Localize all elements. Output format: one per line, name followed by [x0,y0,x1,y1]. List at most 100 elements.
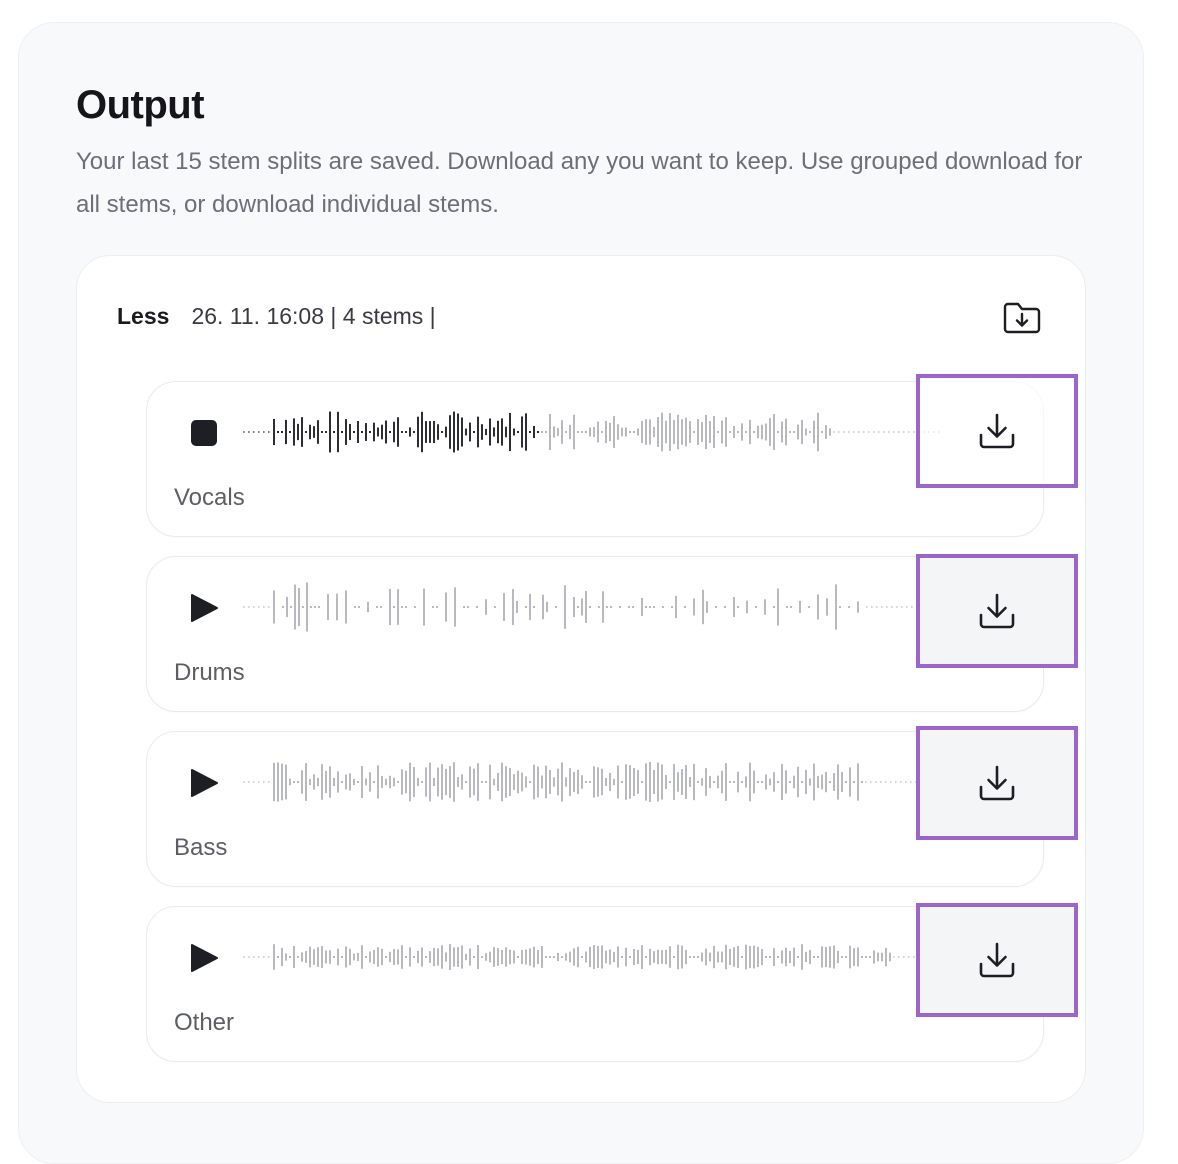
waveform[interactable] [241,402,1001,462]
waveform[interactable] [241,927,1001,987]
waveform-bar [729,949,731,965]
waveform-bar [516,600,518,614]
waveform-bar [697,956,699,958]
waveform-bar [893,431,895,433]
waveform-bar [589,781,591,783]
waveform-bar [757,946,759,968]
waveform-bar [793,947,795,967]
waveform-bar [848,431,850,433]
waveform-bar [569,951,571,963]
waveform-bar [301,417,303,447]
waveform-bar [561,420,563,444]
stem-label: Vocals [174,484,245,511]
waveform-bar [625,764,627,800]
waveform-bar [577,431,579,433]
waveform-bar [545,956,547,958]
waveform-bar [853,781,855,783]
waveform-bar [898,956,900,958]
waveform-bar [877,952,879,962]
waveform-bar [613,778,615,786]
waveform-bar [461,945,463,969]
waveform-bar [525,776,527,788]
waveform-bar [817,776,819,788]
waveform-bar [878,431,880,433]
waveform-bar [637,428,639,436]
waveform-bar [333,431,335,433]
waveform-bar [337,411,339,453]
waveform-bar [517,956,519,958]
waveform-bar [729,431,731,433]
waveform-bar [781,763,783,801]
waveform-bar [838,431,840,433]
waveform-bar [585,781,587,783]
waveform-bar [589,427,591,437]
waveform-bar [753,945,755,969]
waveform-bar [737,431,739,433]
waveform-bar [665,420,667,444]
waveform-bar [681,419,683,445]
play-button[interactable] [187,591,221,625]
waveform-bar [701,421,703,443]
waveform-bar [629,431,631,433]
waveform-bar [345,419,347,445]
waveform-bar [593,945,595,969]
waveform-bar [393,606,395,608]
waveform-bar [529,948,531,966]
waveform-bar [314,606,316,608]
waveform-bar [429,421,431,443]
waveform-bar [263,956,265,958]
waveform-bar [258,956,260,958]
waveform-bar [549,956,551,958]
waveform-bar [373,781,375,783]
waveform-bar [769,956,771,958]
download-all-button[interactable] [1000,298,1044,338]
waveform[interactable] [241,752,1001,812]
waveform-bar [601,945,603,969]
waveform-bar [401,945,403,969]
waveform-bar [619,606,621,608]
waveform-bar [429,951,431,963]
download-button-other[interactable] [916,903,1078,1017]
waveform-bar [598,606,600,608]
waveform-bar [369,772,371,792]
waveform-bar [445,592,447,622]
waveform-bar [453,947,455,967]
waveform-bar [605,778,607,786]
waveform-bar [845,956,847,958]
stop-button[interactable] [187,416,221,450]
waveform-bar [533,764,535,800]
waveform-bar [409,762,411,802]
waveform-bar [401,431,403,433]
waveform-bar [318,606,320,608]
download-button-bass[interactable] [916,726,1078,840]
waveform-bar [709,421,711,443]
waveform-bar [358,606,360,608]
waveform-bar [817,956,819,958]
play-button[interactable] [187,941,221,975]
waveform-bar [561,956,563,958]
waveform-bar [701,952,703,962]
waveform-bar [497,772,499,792]
waveform-bar [425,421,427,443]
waveform[interactable] [241,577,1001,637]
download-button-drums[interactable] [916,554,1078,668]
waveform-bar [829,946,831,968]
waveform-bar [653,426,655,438]
waveform-bar [799,600,801,614]
waveform-bar [585,591,587,623]
waveform-bar [258,606,260,608]
waveform-bar [485,428,487,436]
waveform-bar [369,431,371,433]
download-button-vocals[interactable] [916,374,1078,488]
waveform-bar [701,778,703,786]
waveform-bar [277,431,279,433]
waveform-bar [883,431,885,433]
waveform-bar [903,956,905,958]
waveform-bar [365,956,367,958]
waveform-bar [268,606,270,608]
waveform-bar [835,584,837,630]
waveform-bar [501,762,503,802]
play-button[interactable] [187,766,221,800]
waveform-bar [529,781,531,783]
waveform-bar [709,952,711,962]
